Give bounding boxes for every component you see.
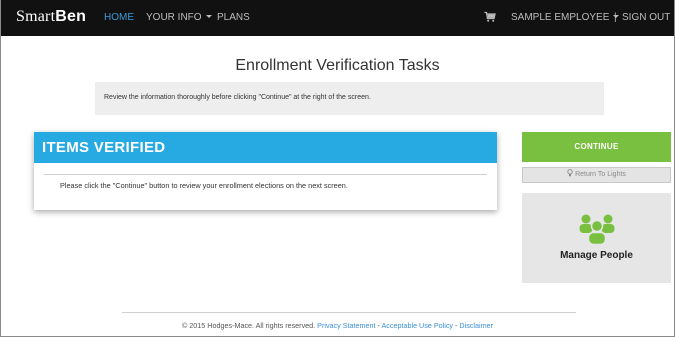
footer-divider: [122, 312, 576, 313]
return-to-lights-button[interactable]: Return To Lights: [522, 167, 671, 183]
chevron-down-icon: [205, 15, 212, 18]
people-group-icon: [579, 214, 615, 246]
panel-message: Please click the "Continue" button to re…: [60, 181, 348, 190]
items-verified-panel: ITEMS VERIFIED Please click the "Continu…: [34, 132, 497, 210]
nav-plans-link[interactable]: PLANS: [217, 12, 250, 23]
disclaimer-link[interactable]: Disclaimer: [459, 321, 493, 330]
nav-user-label: SAMPLE EMPLOYEE: [511, 12, 610, 23]
return-to-lights-label: Return To Lights: [575, 171, 626, 178]
smartben-logo[interactable]: SmartBen: [16, 8, 86, 26]
footer-dash: -: [377, 321, 380, 330]
top-navbar: SmartBen HOME YOUR INFO PLANS SAMPLE EMP…: [0, 0, 675, 36]
continue-button[interactable]: CONTINUE: [522, 132, 671, 162]
manage-people-label: Manage People: [560, 250, 633, 261]
privacy-statement-link[interactable]: Privacy Statement: [317, 321, 375, 330]
copyright-text: © 2015 Hodges-Mace. All rights reserved.: [182, 321, 316, 330]
nav-home-link[interactable]: HOME: [104, 12, 134, 23]
instructions-text: Review the information thoroughly before…: [104, 94, 371, 101]
panel-divider: [44, 174, 487, 175]
nav-your-info-dropdown[interactable]: YOUR INFO: [146, 12, 212, 23]
page-title: Enrollment Verification Tasks: [235, 57, 440, 74]
acceptable-use-policy-link[interactable]: Acceptable Use Policy: [382, 321, 454, 330]
nav-user-dropdown[interactable]: SAMPLE EMPLOYEE: [511, 12, 620, 23]
footer-dash: -: [455, 321, 458, 330]
sign-out-link[interactable]: SIGN OUT: [622, 12, 670, 23]
nav-separator: |: [614, 12, 617, 23]
lightbulb-icon: [567, 169, 573, 177]
footer: © 2015 Hodges-Mace. All rights reserved.…: [0, 321, 675, 330]
instructions-box: Review the information thoroughly before…: [95, 82, 604, 115]
cart-icon[interactable]: [484, 11, 496, 23]
nav-your-info-label: YOUR INFO: [146, 12, 202, 23]
manage-people-tile[interactable]: Manage People: [522, 193, 671, 283]
panel-header: ITEMS VERIFIED: [34, 132, 497, 163]
